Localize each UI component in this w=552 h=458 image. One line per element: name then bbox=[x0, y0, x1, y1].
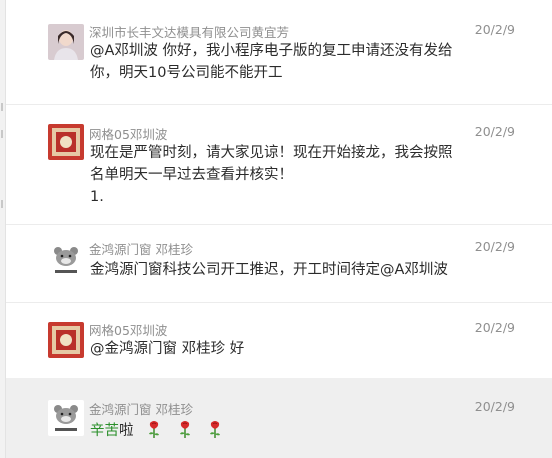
avatar[interactable] bbox=[48, 242, 84, 278]
avatar[interactable] bbox=[48, 322, 84, 358]
edge-marker bbox=[1, 103, 3, 111]
sender-name: 金鸿源门窗 邓桂珍 bbox=[89, 402, 193, 417]
avatar[interactable] bbox=[48, 124, 84, 160]
cartoon-bear-icon bbox=[48, 400, 84, 436]
message-text: 现在是严管时刻，请大家见谅！现在开始接龙，我会按照 名单明天一早过去查看并核实！… bbox=[90, 142, 453, 208]
message-line: 1. bbox=[90, 189, 104, 205]
message-line: @金鸿源门窗 邓桂珍 好 bbox=[90, 341, 245, 357]
edge-marker bbox=[1, 130, 3, 138]
rose-emoji-icon bbox=[149, 421, 160, 438]
grid-badge-icon bbox=[48, 124, 84, 160]
message-item[interactable]: 金鸿源门窗 邓桂珍 20/2/9 辛苦啦 bbox=[6, 378, 552, 458]
message-text: 金鸿源门窗科技公司开工推迟，开工时间待定@A邓圳波 bbox=[90, 259, 450, 281]
message-time: 20/2/9 bbox=[474, 320, 515, 335]
message-text: 辛苦啦 bbox=[90, 419, 450, 442]
sender-name: 网格05邓圳波 bbox=[89, 127, 168, 142]
message-time: 20/2/9 bbox=[474, 239, 515, 254]
message-line: 现在是严管时刻，请大家见谅！现在开始接龙，我会按照 bbox=[90, 145, 453, 161]
message-item[interactable]: 深圳市长丰文达模具有限公司黄宜芳 20/2/9 @A邓圳波 你好，我小程序电子版… bbox=[6, 0, 552, 105]
message-line: 名单明天一早过去查看并核实！ bbox=[90, 167, 293, 183]
sender-name: 网格05邓圳波 bbox=[89, 323, 168, 338]
avatar[interactable] bbox=[48, 24, 84, 60]
highlight-word: 辛苦 bbox=[90, 423, 119, 439]
edge-marker bbox=[1, 200, 3, 208]
message-line: 金鸿源门窗科技公司开工推迟，开工时间待定@A邓圳波 bbox=[90, 262, 448, 278]
message-item[interactable]: 金鸿源门窗 邓桂珍 20/2/9 金鸿源门窗科技公司开工推迟，开工时间待定@A邓… bbox=[6, 224, 552, 303]
message-line: @A邓圳波 你好，我小程序电子版的复工申请还没有发给 bbox=[90, 43, 453, 59]
cartoon-bear-icon bbox=[48, 242, 84, 278]
rose-emoji-icon bbox=[179, 421, 190, 438]
message-item[interactable]: 网格05邓圳波 20/2/9 现在是严管时刻，请大家见谅！现在开始接龙，我会按照… bbox=[6, 104, 552, 225]
message-text: @A邓圳波 你好，我小程序电子版的复工申请还没有发给 你，明天10号公司能不能开… bbox=[90, 40, 453, 84]
grid-badge-icon bbox=[48, 322, 84, 358]
rose-emoji-icon bbox=[210, 421, 221, 438]
sender-name: 金鸿源门窗 邓桂珍 bbox=[89, 242, 193, 257]
sender-name: 深圳市长丰文达模具有限公司黄宜芳 bbox=[89, 25, 290, 40]
message-time: 20/2/9 bbox=[474, 399, 515, 414]
avatar[interactable] bbox=[48, 400, 84, 436]
message-text: @金鸿源门窗 邓桂珍 好 bbox=[90, 338, 450, 360]
message-item[interactable]: 网格05邓圳波 20/2/9 @金鸿源门窗 邓桂珍 好 bbox=[6, 302, 552, 379]
person-photo-icon bbox=[48, 24, 84, 60]
message-line: 你，明天10号公司能不能开工 bbox=[90, 65, 283, 81]
message-suffix: 啦 bbox=[119, 423, 134, 439]
message-time: 20/2/9 bbox=[474, 124, 515, 139]
message-time: 20/2/9 bbox=[474, 22, 515, 37]
